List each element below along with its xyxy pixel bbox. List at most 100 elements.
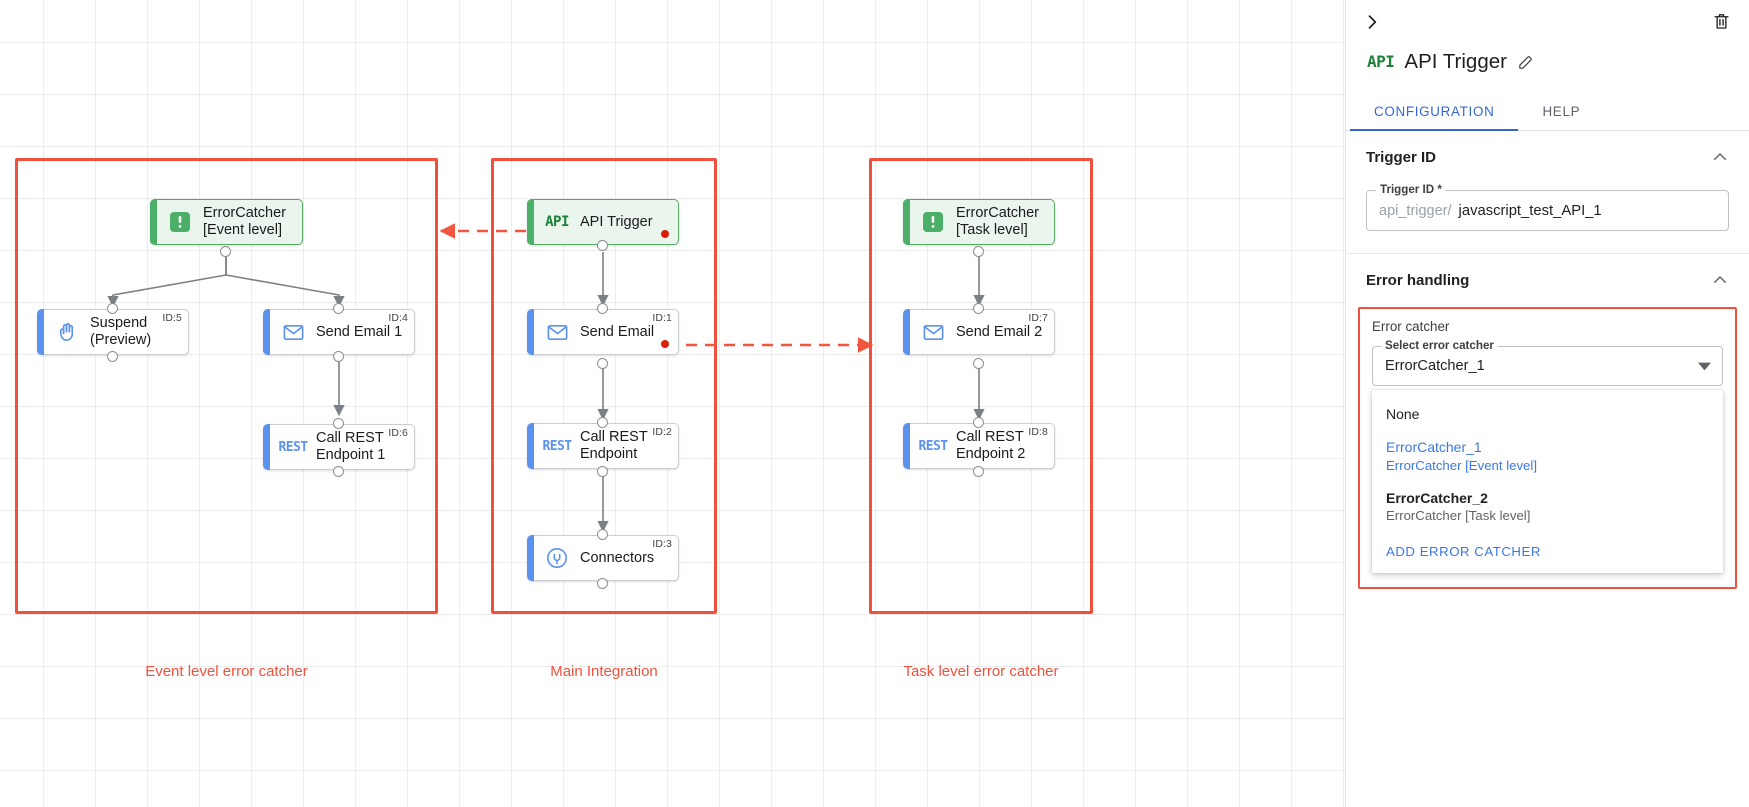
dropdown-option-subtitle: ErrorCatcher [Task level] bbox=[1386, 508, 1531, 524]
node-send-email-2[interactable]: Send Email 2 ID:7 bbox=[903, 309, 1055, 355]
rest-icon: REST bbox=[910, 439, 956, 454]
add-error-catcher-button[interactable]: ADD ERROR CATCHER bbox=[1372, 532, 1723, 567]
rest-icon: REST bbox=[534, 439, 580, 454]
port-call-rest-2-out[interactable] bbox=[973, 466, 984, 477]
envelope-icon bbox=[534, 321, 580, 344]
node-accent-bar bbox=[527, 309, 534, 355]
error-catcher-icon bbox=[157, 210, 203, 234]
node-accent-bar bbox=[527, 535, 534, 581]
node-call-rest-endpoint-2[interactable]: REST Call REST Endpoint 2 ID:8 bbox=[903, 423, 1055, 469]
tab-configuration[interactable]: CONFIGURATION bbox=[1350, 94, 1519, 131]
node-send-email-1[interactable]: Send Email 1 ID:4 bbox=[263, 309, 415, 355]
error-catcher-dropdown-menu[interactable]: None ErrorCatcher_1 ErrorCatcher [Event … bbox=[1372, 390, 1723, 574]
dropdown-option-errorcatcher-1[interactable]: ErrorCatcher_1 ErrorCatcher [Event level… bbox=[1372, 431, 1723, 482]
port-error-catcher-task-out[interactable] bbox=[973, 246, 984, 257]
trigger-id-field-wrap: Trigger ID * api_trigger/ javascript_tes… bbox=[1346, 180, 1749, 253]
node-send-email[interactable]: Send Email ID:1 bbox=[527, 309, 679, 355]
panel-toolbar bbox=[1346, 0, 1749, 44]
api-icon-text: API bbox=[1367, 52, 1395, 71]
trigger-id-value: javascript_test_API_1 bbox=[1458, 202, 1602, 219]
app-root: Event level error catcher Main Integrati… bbox=[0, 0, 1749, 807]
workflow-canvas[interactable]: Event level error catcher Main Integrati… bbox=[0, 0, 1345, 807]
dropdown-option-none[interactable]: None bbox=[1372, 398, 1723, 431]
rest-icon-text: REST bbox=[918, 438, 949, 454]
rest-icon: REST bbox=[270, 440, 316, 455]
pencil-icon[interactable] bbox=[1517, 54, 1534, 71]
node-id-badge: ID:8 bbox=[1028, 426, 1048, 438]
node-label: Connectors bbox=[580, 549, 655, 566]
node-accent-bar bbox=[903, 423, 910, 469]
chevron-right-icon[interactable] bbox=[1356, 6, 1388, 38]
envelope-icon bbox=[910, 321, 956, 344]
port-connectors-out[interactable] bbox=[597, 578, 608, 589]
port-send-email-2-in[interactable] bbox=[973, 303, 984, 314]
envelope-icon bbox=[270, 321, 316, 344]
panel-title-row: API API Trigger bbox=[1346, 44, 1749, 80]
details-panel: API API Trigger CONFIGURATION HELP Trigg… bbox=[1345, 0, 1749, 807]
node-id-badge: ID:6 bbox=[388, 427, 408, 439]
node-api-trigger[interactable]: API API Trigger bbox=[527, 199, 679, 245]
node-label: Suspend (Preview) bbox=[90, 315, 152, 348]
node-accent-bar bbox=[903, 309, 910, 355]
node-accent-bar bbox=[263, 424, 270, 470]
trigger-id-input[interactable]: Trigger ID * api_trigger/ javascript_tes… bbox=[1366, 183, 1729, 231]
dropdown-option-errorcatcher-2[interactable]: ErrorCatcher_2 ErrorCatcher [Task level] bbox=[1372, 482, 1723, 533]
port-call-rest-1-out[interactable] bbox=[333, 466, 344, 477]
node-id-badge: ID:7 bbox=[1028, 312, 1048, 324]
tab-help[interactable]: HELP bbox=[1518, 94, 1604, 130]
node-error-catcher-event-level[interactable]: ErrorCatcher [Event level] bbox=[150, 199, 303, 245]
chevron-up-icon[interactable] bbox=[1711, 148, 1729, 166]
error-catcher-highlight-box: Error catcher Select error catcher Error… bbox=[1358, 307, 1737, 590]
group-label-task-level: Task level error catcher bbox=[903, 663, 1059, 680]
node-accent-bar bbox=[263, 309, 270, 355]
trash-icon[interactable] bbox=[1707, 7, 1735, 35]
port-error-catcher-event-out[interactable] bbox=[220, 246, 231, 257]
api-icon: API bbox=[534, 214, 580, 230]
port-send-email-1-out[interactable] bbox=[333, 351, 344, 362]
hand-icon bbox=[44, 321, 90, 344]
node-call-rest-endpoint[interactable]: REST Call REST Endpoint ID:2 bbox=[527, 423, 679, 469]
node-label: API Trigger bbox=[580, 213, 653, 230]
node-id-badge: ID:4 bbox=[388, 312, 408, 324]
node-label: ErrorCatcher [Event level] bbox=[203, 205, 286, 238]
error-indicator-dot bbox=[661, 340, 669, 348]
node-label: ErrorCatcher [Task level] bbox=[956, 205, 1039, 238]
port-api-trigger-out[interactable] bbox=[597, 240, 608, 251]
node-suspend[interactable]: Suspend (Preview) ID:5 bbox=[37, 309, 189, 355]
rest-icon-text: REST bbox=[278, 439, 309, 455]
node-accent-bar bbox=[527, 423, 534, 469]
port-call-rest-in[interactable] bbox=[597, 417, 608, 428]
trigger-id-section-header[interactable]: Trigger ID bbox=[1346, 131, 1749, 180]
group-label-main-integration: Main Integration bbox=[550, 663, 658, 680]
node-error-catcher-task-level[interactable]: ErrorCatcher [Task level] bbox=[903, 199, 1055, 245]
node-label: Send Email 2 bbox=[956, 323, 1043, 340]
port-send-email-2-out[interactable] bbox=[973, 358, 984, 369]
node-call-rest-endpoint-1[interactable]: REST Call REST Endpoint 1 ID:6 bbox=[263, 424, 415, 470]
port-send-email-1-in[interactable] bbox=[333, 303, 344, 314]
port-suspend-out[interactable] bbox=[107, 351, 118, 362]
port-call-rest-out[interactable] bbox=[597, 466, 608, 477]
node-id-badge: ID:3 bbox=[652, 538, 672, 550]
select-error-catcher-label: Select error catcher bbox=[1381, 339, 1498, 352]
error-catcher-icon bbox=[910, 210, 956, 234]
node-accent-bar bbox=[37, 309, 44, 355]
node-label: Call REST Endpoint 1 bbox=[316, 430, 386, 463]
node-accent-bar bbox=[527, 199, 534, 245]
select-error-catcher[interactable]: Select error catcher ErrorCatcher_1 bbox=[1372, 339, 1723, 386]
port-send-email-in[interactable] bbox=[597, 303, 608, 314]
port-send-email-out[interactable] bbox=[597, 358, 608, 369]
error-handling-section: Error handling Error catcher Select erro… bbox=[1346, 254, 1749, 590]
node-id-badge: ID:2 bbox=[652, 426, 672, 438]
error-handling-section-header[interactable]: Error handling bbox=[1346, 254, 1749, 303]
chevron-down-icon[interactable] bbox=[1698, 360, 1711, 373]
chevron-up-icon[interactable] bbox=[1711, 271, 1729, 289]
trigger-id-section: Trigger ID Trigger ID * api_trigger/ jav… bbox=[1346, 131, 1749, 254]
port-connectors-in[interactable] bbox=[597, 529, 608, 540]
group-label-event-level: Event level error catcher bbox=[145, 663, 308, 680]
port-call-rest-1-in[interactable] bbox=[333, 418, 344, 429]
node-accent-bar bbox=[903, 199, 910, 245]
node-connectors[interactable]: Connectors ID:3 bbox=[527, 535, 679, 581]
port-suspend-in[interactable] bbox=[107, 303, 118, 314]
node-id-badge: ID:1 bbox=[652, 312, 672, 324]
port-call-rest-2-in[interactable] bbox=[973, 417, 984, 428]
